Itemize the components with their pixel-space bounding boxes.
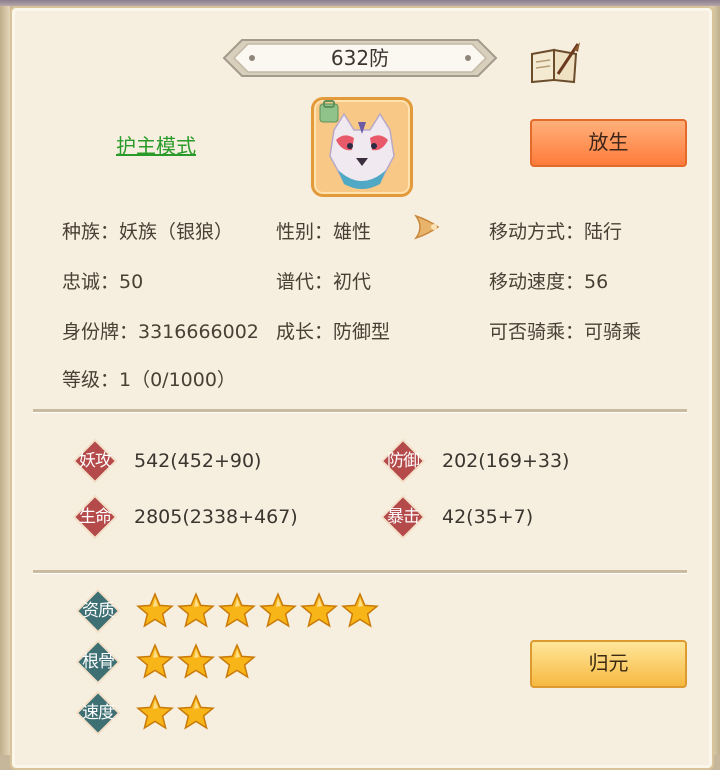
aptitude-label: 资质 bbox=[82, 601, 115, 621]
arrow-right-icon[interactable] bbox=[412, 210, 446, 244]
pet-name: 632防 bbox=[330, 46, 390, 70]
stat-label: 妖攻 bbox=[79, 451, 112, 471]
silver-wolf-portrait-icon bbox=[319, 100, 395, 189]
attack-value: 542(452+90) bbox=[134, 450, 262, 472]
star-icon bbox=[177, 643, 215, 681]
guard-mode-link[interactable]: 护主模式 bbox=[116, 130, 196, 159]
star-icon bbox=[136, 592, 174, 630]
rideable-info: 可否骑乘：可骑乘 bbox=[489, 321, 642, 343]
attack-badge: 妖攻 bbox=[73, 439, 117, 483]
gender-info: 性别：雄性 bbox=[276, 221, 372, 243]
star-icon bbox=[341, 592, 379, 630]
stat-label: 暴击 bbox=[387, 507, 420, 527]
pet-name-plate: 632防 bbox=[218, 34, 502, 82]
speed-badge: 速度 bbox=[76, 691, 120, 735]
star-icon bbox=[218, 643, 256, 681]
pet-portrait[interactable] bbox=[311, 97, 413, 197]
star-icon bbox=[218, 592, 256, 630]
crit-value: 42(35+7) bbox=[442, 506, 534, 528]
return-button[interactable]: 归元 bbox=[530, 640, 687, 688]
loyalty-info: 忠诚：50 bbox=[62, 271, 144, 293]
move-speed-info: 移动速度：56 bbox=[489, 271, 609, 293]
divider bbox=[33, 570, 687, 574]
release-button[interactable]: 放生 bbox=[530, 119, 687, 167]
move-type-info: 移动方式：陆行 bbox=[489, 221, 623, 243]
stat-label: 防御 bbox=[387, 451, 420, 471]
left-frame bbox=[0, 6, 10, 755]
star-icon bbox=[177, 694, 215, 732]
star-icon bbox=[259, 592, 297, 630]
growth-info: 成长：防御型 bbox=[276, 321, 391, 343]
star-icon bbox=[177, 592, 215, 630]
divider bbox=[33, 409, 687, 413]
star-icon bbox=[136, 694, 174, 732]
crit-badge: 暴击 bbox=[381, 495, 425, 539]
star-icon bbox=[136, 643, 174, 681]
id-tag-info: 身份牌：3316666002 bbox=[62, 321, 259, 343]
stat-label: 生命 bbox=[79, 507, 112, 527]
generation-info: 谱代：初代 bbox=[276, 271, 372, 293]
defense-value: 202(169+33) bbox=[442, 450, 570, 472]
hp-value: 2805(2338+467) bbox=[134, 506, 298, 528]
bone-label: 根骨 bbox=[82, 652, 115, 672]
level-info: 等级：1（0/1000） bbox=[62, 369, 236, 391]
aptitude-badge: 资质 bbox=[76, 589, 120, 633]
race-info: 种族：妖族（银狼） bbox=[62, 221, 234, 243]
speed-label: 速度 bbox=[82, 703, 115, 723]
hp-badge: 生命 bbox=[73, 495, 117, 539]
star-icon bbox=[300, 592, 338, 630]
book-quill-icon[interactable] bbox=[528, 40, 582, 84]
bone-badge: 根骨 bbox=[76, 640, 120, 684]
defense-badge: 防御 bbox=[381, 439, 425, 483]
